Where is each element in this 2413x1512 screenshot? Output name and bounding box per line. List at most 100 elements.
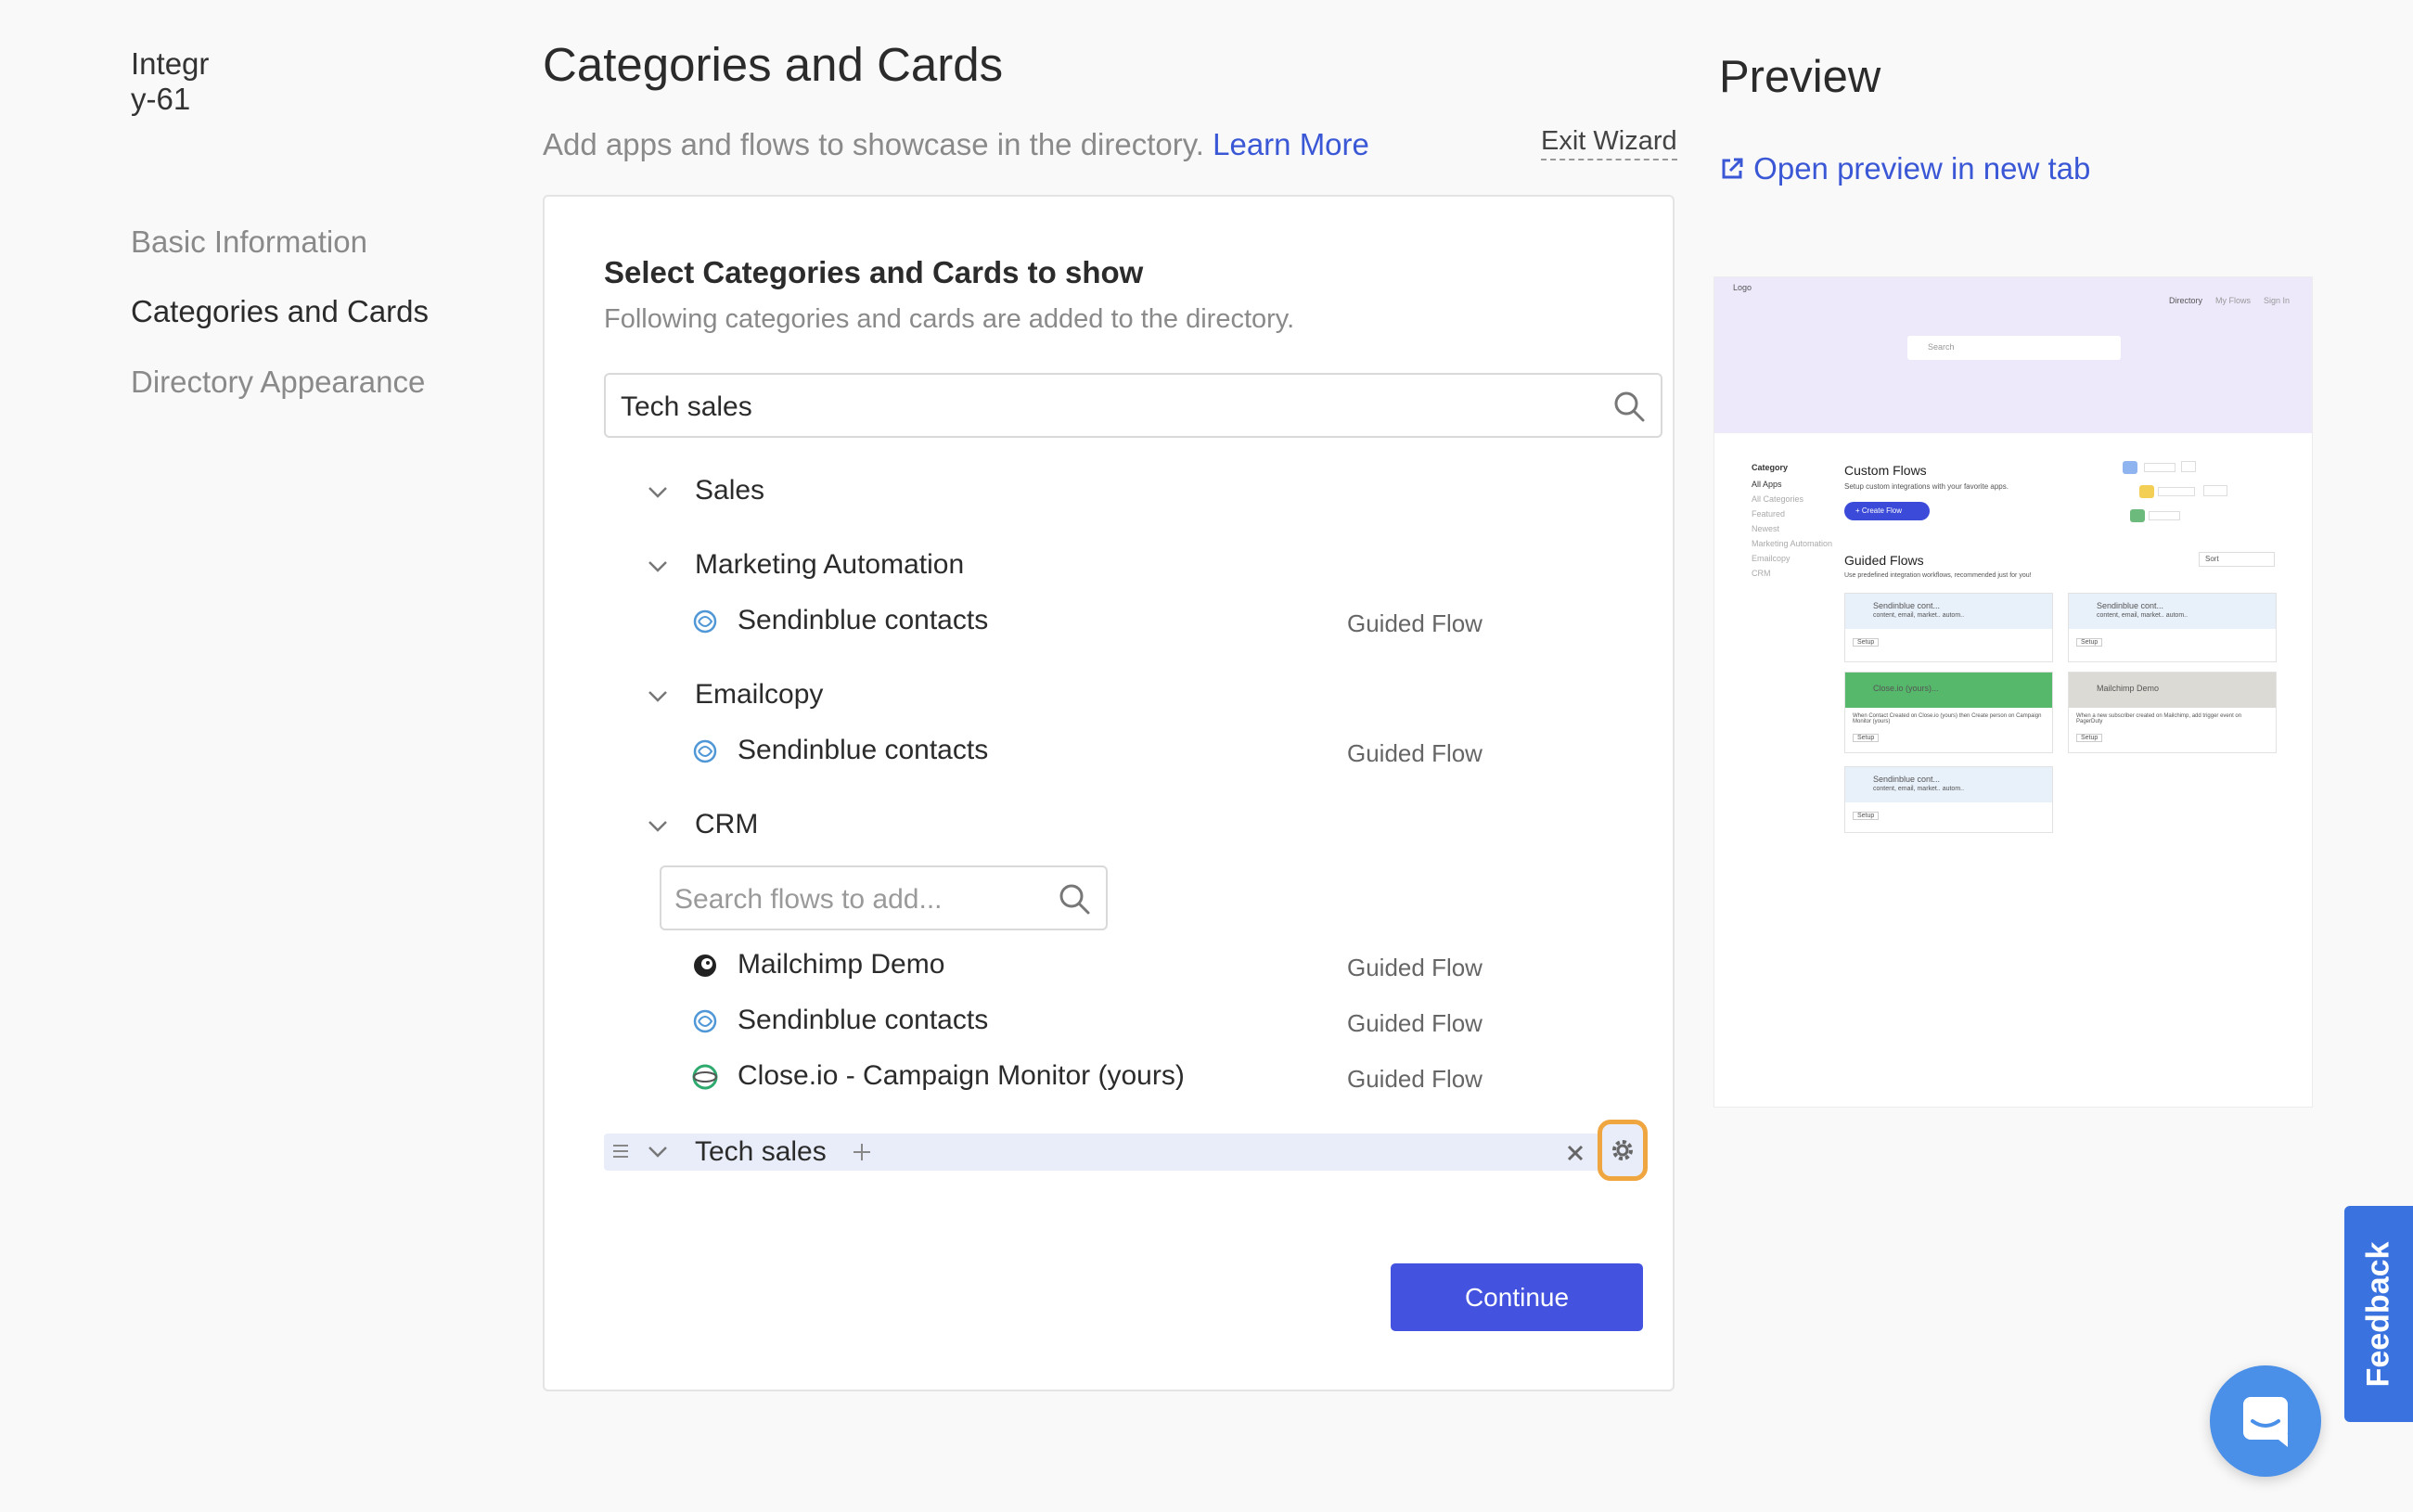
flow-type: Guided Flow [1347, 954, 1482, 981]
category-marketing-automation[interactable]: Marketing Automation [695, 549, 964, 581]
category-search-input[interactable]: Tech sales [604, 373, 1662, 438]
flow-name[interactable]: Sendinblue contacts [738, 605, 988, 636]
nav-directory-appearance[interactable]: Directory Appearance [131, 365, 425, 400]
preview-create-flow-button: + Create Flow [1844, 502, 1930, 520]
preview-card-head [2069, 594, 2276, 629]
page-subtitle-text: Add apps and flows to showcase in the di… [543, 127, 1204, 161]
category-emailcopy[interactable]: Emailcopy [695, 679, 823, 711]
search-icon[interactable] [1058, 882, 1091, 916]
exit-wizard-link[interactable]: Exit Wizard [1541, 126, 1677, 160]
feedback-label: Feedback [2360, 1241, 2396, 1387]
flow-name[interactable]: Close.io - Campaign Monitor (yours) [738, 1060, 1185, 1092]
continue-button[interactable]: Continue [1391, 1263, 1643, 1331]
flow-name[interactable]: Mailchimp Demo [738, 949, 944, 980]
preview-flow-graphic [2158, 487, 2195, 496]
sendinblue-icon [693, 739, 717, 763]
preview-flow-graphic [2130, 509, 2145, 522]
chat-icon [2243, 1397, 2288, 1447]
category-settings-button[interactable] [1598, 1120, 1648, 1181]
search-flows-input[interactable]: Search flows to add... [660, 865, 1108, 930]
preview-card-setup: Setup [2076, 638, 2103, 647]
card-title: Select Categories and Cards to show [604, 255, 1144, 289]
preview-card-setup: Setup [1853, 638, 1880, 647]
preview-card: Mailchimp Demo When a new subscriber cre… [2068, 672, 2277, 753]
sendinblue-icon [693, 609, 717, 634]
preview-card-desc: When Contact Created on Close.io (yours)… [1853, 713, 2042, 724]
preview-card: Close.io (yours)... When Contact Created… [1844, 672, 2053, 753]
preview-card-title: Sendinblue cont... [1873, 601, 1941, 610]
flow-type: Guided Flow [1347, 609, 1482, 637]
preview-create-flow-label: + Create Flow [1855, 506, 1903, 515]
preview-card-desc: content, email, market.. autom.. [1873, 786, 1965, 792]
preview-category: CRM [1752, 569, 1771, 578]
flow-type: Guided Flow [1347, 1009, 1482, 1037]
chevron-down-icon[interactable] [648, 560, 668, 573]
preview-card: Sendinblue cont... content, email, marke… [1844, 593, 2053, 662]
preview-card-title: Mailchimp Demo [2097, 684, 2160, 693]
flow-type: Guided Flow [1347, 1065, 1482, 1093]
preview-category: All Categories [1752, 494, 1804, 504]
preview-nav-directory: Directory [2169, 296, 2203, 305]
brand-name: Integr y-61 [131, 46, 210, 116]
open-preview-link[interactable]: Open preview in new tab [1719, 147, 2109, 191]
feedback-tab[interactable]: Feedback [2344, 1206, 2413, 1422]
chat-launcher-button[interactable] [2210, 1365, 2321, 1477]
open-preview-text: Open preview in new tab [1753, 151, 2091, 186]
flow-type: Guided Flow [1347, 739, 1482, 767]
chevron-down-icon[interactable] [648, 486, 668, 499]
preview-card-head [1845, 767, 2052, 802]
preview-nav-my-flows: My Flows [2215, 296, 2251, 305]
category-sales[interactable]: Sales [695, 475, 764, 506]
preview-card-desc: content, email, market.. autom.. [1873, 612, 1965, 619]
preview-sort-label: Sort [2205, 555, 2219, 563]
preview-category: All Apps [1752, 480, 1782, 489]
gear-icon [1612, 1140, 1633, 1160]
preview-card-setup: Setup [2076, 734, 2103, 742]
category-tech-sales[interactable]: Tech sales [695, 1136, 827, 1168]
search-icon[interactable] [1612, 390, 1646, 423]
preview-card-desc: content, email, market.. autom.. [2097, 612, 2188, 619]
search-flows-placeholder: Search flows to add... [674, 884, 943, 915]
flow-name[interactable]: Sendinblue contacts [738, 1005, 988, 1036]
preview-guided-sub: Use predefined integration workflows, re… [1844, 572, 2032, 579]
preview-category: Marketing Automation [1752, 539, 1833, 548]
preview-custom-flows: Custom Flows [1844, 463, 1927, 478]
preview-card: Sendinblue cont... content, email, marke… [2068, 593, 2277, 662]
close-io-icon [692, 1064, 718, 1090]
preview-logo: Logo [1733, 283, 1752, 292]
preview-card-desc: When a new subscriber created on Mailchi… [2076, 713, 2242, 724]
learn-more-link[interactable]: Learn More [1213, 127, 1369, 161]
page-subtitle: Add apps and flows to showcase in the di… [543, 127, 1369, 162]
preview-guided-flows: Guided Flows [1844, 553, 1924, 568]
drag-handle-icon[interactable] [611, 1143, 630, 1160]
card-subtitle: Following categories and cards are added… [604, 304, 1295, 334]
nav-categories-and-cards[interactable]: Categories and Cards [131, 294, 429, 329]
preview-nav-sign-in: Sign In [2264, 296, 2291, 305]
preview-title: Preview [1719, 52, 1881, 102]
category-crm[interactable]: CRM [695, 809, 758, 840]
sendinblue-icon [693, 1009, 717, 1033]
preview-card-head [1845, 594, 2052, 629]
preview-custom-sub: Setup custom integrations with your favo… [1844, 482, 2009, 491]
preview-search-box: Search [1907, 336, 2121, 360]
preview-card-setup: Setup [1853, 812, 1880, 820]
preview-category-heading: Category [1752, 463, 1789, 472]
chevron-down-icon[interactable] [648, 820, 668, 833]
preview-card: Sendinblue cont... content, email, marke… [1844, 766, 2053, 833]
page-title: Categories and Cards [543, 38, 1004, 91]
external-link-icon [1722, 158, 1743, 179]
preview-flow-graphic [2149, 511, 2180, 520]
close-icon[interactable] [1566, 1144, 1585, 1162]
preview-category: Featured [1752, 509, 1786, 519]
preview-flow-graphic [2144, 463, 2176, 472]
preview-sort-select: Sort [2199, 552, 2275, 567]
category-search-value: Tech sales [621, 391, 752, 422]
nav-basic-information[interactable]: Basic Information [131, 224, 367, 260]
preview-flow-graphic [2123, 461, 2137, 474]
chevron-down-icon[interactable] [648, 690, 668, 703]
preview-flow-graphic [2139, 485, 2154, 498]
chevron-down-icon[interactable] [648, 1146, 668, 1159]
add-icon[interactable] [852, 1142, 872, 1162]
flow-name[interactable]: Sendinblue contacts [738, 735, 988, 766]
preview-card-title: Sendinblue cont... [2097, 601, 2164, 610]
